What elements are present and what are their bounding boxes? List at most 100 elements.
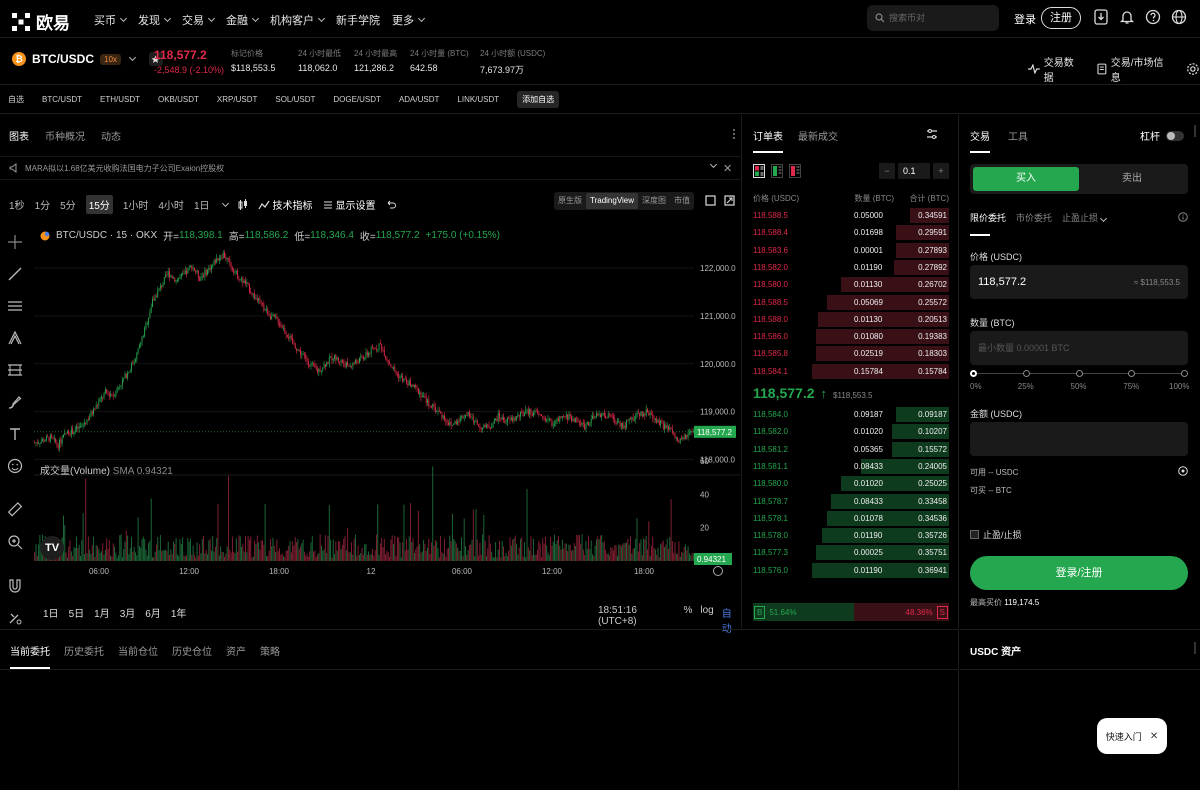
tradingview-logo[interactable]: TV: [40, 536, 64, 560]
orderbook-tab-1[interactable]: 最新成交: [798, 128, 838, 153]
transfer-icon[interactable]: [1178, 466, 1188, 476]
market-info-link[interactable]: 交易/市场信息: [1097, 54, 1172, 84]
orderbook-settings-icon[interactable]: [926, 128, 938, 140]
bid-row[interactable]: 118,576.0 0.01190 0.36941: [743, 562, 959, 579]
ruler-icon[interactable]: [6, 501, 24, 519]
ask-row[interactable]: 118,583.6 0.00001 0.27893: [743, 242, 959, 259]
chart-view-option[interactable]: 原生版: [554, 193, 586, 209]
ask-row[interactable]: 118,588.4 0.01698 0.29591: [743, 224, 959, 241]
download-icon[interactable]: [1093, 9, 1109, 25]
indicators-button[interactable]: 技术指标: [257, 197, 313, 212]
fullscreen-icon[interactable]: [724, 195, 735, 206]
amount-input[interactable]: [978, 433, 1118, 445]
zoom-in-icon[interactable]: [6, 533, 24, 551]
slider-stop[interactable]: [1075, 370, 1083, 377]
interval-option[interactable]: 1分: [35, 197, 51, 212]
axis-settings-icon[interactable]: [713, 566, 723, 576]
slider-stop[interactable]: [970, 370, 977, 377]
trendline-icon[interactable]: [6, 265, 24, 283]
step-minus-button[interactable]: −: [879, 163, 895, 179]
step-plus-button[interactable]: +: [933, 163, 949, 179]
orders-tab-3[interactable]: 历史仓位: [172, 643, 212, 669]
square-icon[interactable]: [705, 195, 716, 206]
range-option[interactable]: 1日: [43, 605, 59, 620]
favorite-pair[interactable]: LINK/USDT: [457, 95, 499, 104]
leverage-switch[interactable]: [1166, 130, 1184, 141]
interval-option[interactable]: 1小时: [123, 197, 149, 212]
slider-stop[interactable]: [1181, 370, 1188, 377]
globe-icon[interactable]: [1171, 9, 1187, 25]
qty-input[interactable]: [978, 342, 1118, 354]
favorite-pair[interactable]: ETH/USDT: [100, 95, 140, 104]
bid-row[interactable]: 118,578.1 0.01078 0.34536: [743, 510, 959, 527]
menu-item-5[interactable]: 新手学院: [336, 12, 380, 28]
interval-more-chevron-icon[interactable]: [221, 199, 229, 207]
bid-row[interactable]: 118,578.7 0.08433 0.33458: [743, 493, 959, 510]
brush-icon[interactable]: [6, 393, 24, 411]
quick-start-close-icon[interactable]: ✕: [1150, 731, 1158, 742]
candle-type-icon[interactable]: [238, 198, 248, 211]
mid-price[interactable]: 118,577.2 ↑ $118,553.5: [753, 385, 872, 401]
orders-tab-4[interactable]: 资产: [226, 643, 246, 669]
candlestick-chart[interactable]: 122,000.0 121,000.0 120,000.0 119,000.0 118,…: [34, 241, 740, 579]
pitchfork-icon[interactable]: [6, 329, 24, 347]
sell-tab[interactable]: 卖出: [1079, 167, 1185, 191]
settings-gear-icon[interactable]: [1186, 62, 1200, 76]
pair-selector[interactable]: ₿ BTC/USDC 10x: [12, 52, 163, 66]
book-both-icon[interactable]: [753, 164, 765, 178]
amount-field[interactable]: [970, 422, 1188, 456]
tpsl-checkbox[interactable]: 止盈/止损: [970, 528, 1022, 541]
interval-option[interactable]: 15分: [85, 195, 113, 214]
menu-item-6[interactable]: 更多: [392, 12, 426, 28]
bell-icon[interactable]: [1119, 9, 1135, 25]
bid-row[interactable]: 118,580.0 0.01020 0.25025: [743, 475, 959, 492]
bid-row[interactable]: 118,581.2 0.05365 0.15572: [743, 441, 959, 458]
chart-view-option[interactable]: 深度图: [638, 193, 670, 209]
search-box[interactable]: [867, 5, 999, 31]
chart-tab-0[interactable]: 图表: [9, 128, 29, 143]
news-bar[interactable]: MARA拟以1.68亿美元收购法国电力子公司Exaion控股权 ✕: [0, 156, 742, 180]
favorite-pair[interactable]: SOL/USDT: [275, 95, 315, 104]
range-option[interactable]: 3月: [120, 605, 136, 620]
chart-tab-1[interactable]: 币种概况: [45, 128, 85, 143]
help-icon[interactable]: [1145, 9, 1161, 25]
interval-option[interactable]: 5分: [60, 197, 76, 212]
login-link[interactable]: 登录: [1014, 11, 1036, 27]
leverage-toggle[interactable]: 杠杆: [1140, 128, 1184, 143]
crosshair-icon[interactable]: [6, 233, 24, 251]
order-type-1[interactable]: 市价委托: [1016, 211, 1052, 224]
ask-row[interactable]: 118,582.0 0.01190 0.27892: [743, 259, 959, 276]
interval-option[interactable]: 1日: [194, 197, 210, 212]
ask-row[interactable]: 118,585.8 0.02519 0.18303: [743, 345, 959, 362]
lock-draw-icon[interactable]: [6, 609, 24, 627]
chart-tab-2[interactable]: 动态: [101, 128, 121, 143]
orders-tab-5[interactable]: 策略: [260, 643, 280, 669]
bid-row[interactable]: 118,581.1 0.08433 0.24005: [743, 458, 959, 475]
orders-tab-1[interactable]: 历史委托: [64, 643, 104, 669]
chart-view-option[interactable]: 市值: [670, 193, 694, 209]
interval-option[interactable]: 4小时: [158, 197, 184, 212]
favorite-pair[interactable]: DOGE/USDT: [333, 95, 381, 104]
ask-row[interactable]: 118,580.0 0.01130 0.26702: [743, 276, 959, 293]
order-type-2[interactable]: 止盈止损: [1062, 211, 1108, 224]
trading-data-link[interactable]: 交易数据: [1028, 54, 1083, 84]
login-register-button[interactable]: 登录/注册: [970, 556, 1188, 590]
assets-scroll-indicator[interactable]: [1194, 642, 1196, 654]
favorite-pair[interactable]: OKB/USDT: [158, 95, 199, 104]
range-option[interactable]: 5日: [69, 605, 85, 620]
emoji-icon[interactable]: [6, 457, 24, 475]
display-settings-button[interactable]: 显示设置: [323, 197, 376, 212]
info-icon[interactable]: [1178, 212, 1188, 222]
favorite-pair[interactable]: BTC/USDT: [42, 95, 82, 104]
menu-item-2[interactable]: 交易: [182, 12, 216, 28]
orderbook-tab-0[interactable]: 订单表: [753, 128, 783, 153]
more-vertical-icon[interactable]: [732, 128, 736, 140]
quick-start-popup[interactable]: 快速入门 ✕: [1097, 718, 1167, 754]
register-button[interactable]: 注册: [1041, 7, 1081, 29]
news-expand-chevron-icon[interactable]: [709, 160, 718, 169]
orders-tab-2[interactable]: 当前仓位: [118, 643, 158, 669]
menu-item-0[interactable]: 买币: [94, 12, 128, 28]
range-option[interactable]: 1月: [94, 605, 110, 620]
range-option[interactable]: 1年: [171, 605, 187, 620]
bid-row[interactable]: 118,584.0 0.09187 0.09187: [743, 406, 959, 423]
